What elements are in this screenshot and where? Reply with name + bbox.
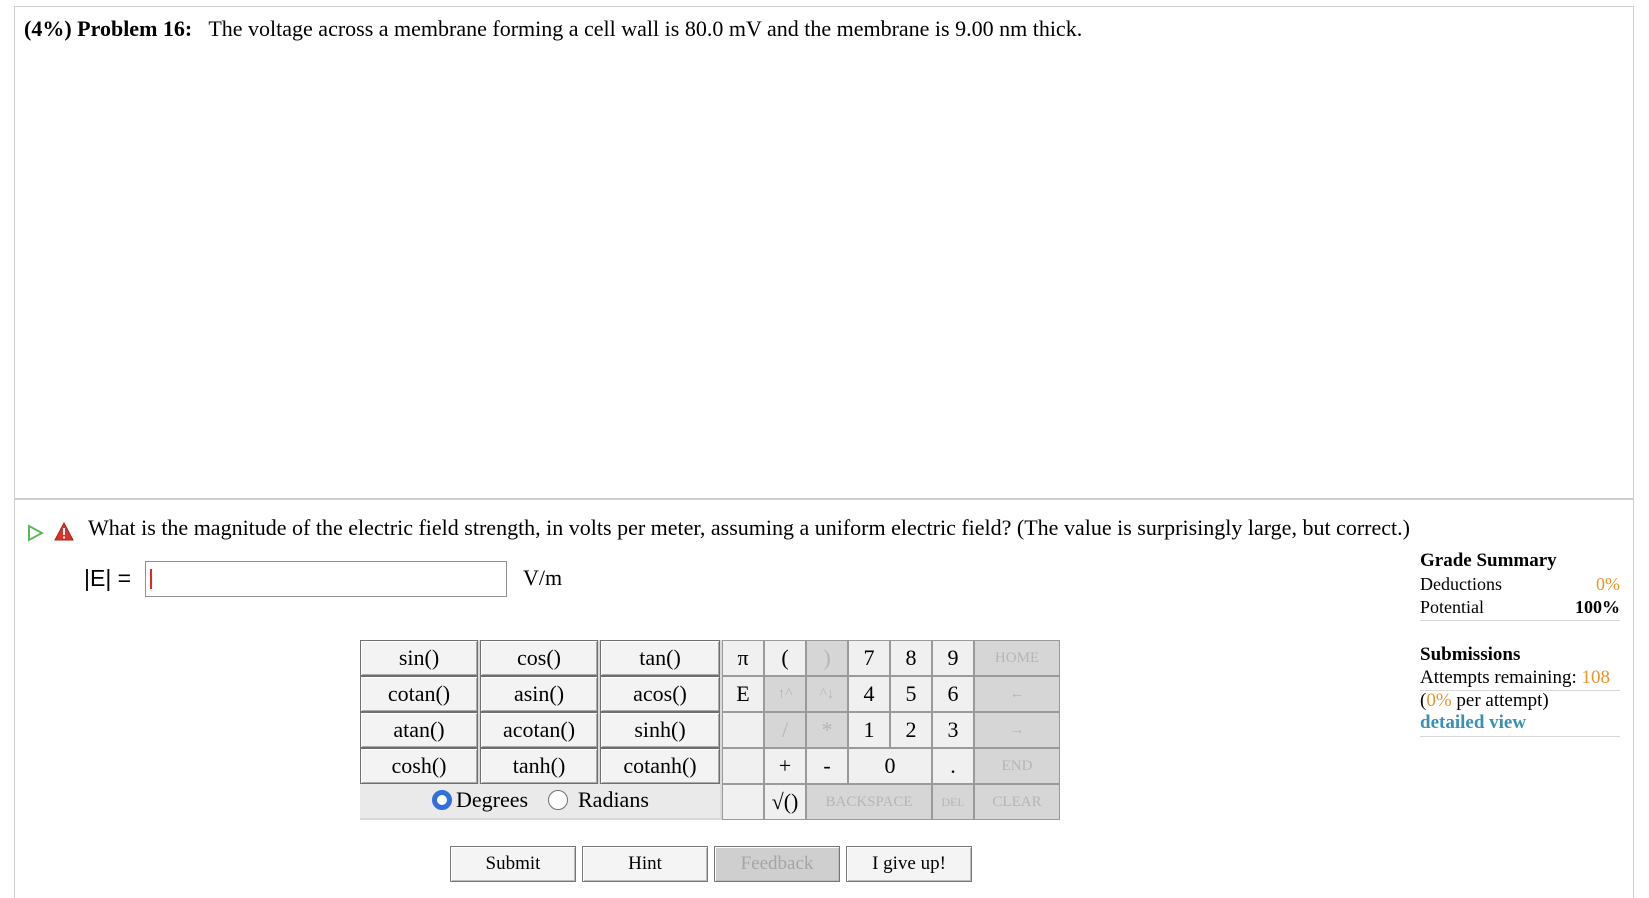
play-icon[interactable] [26, 524, 44, 542]
grade-summary-divider [1420, 620, 1620, 621]
key-blank-3 [722, 784, 764, 820]
key-home[interactable]: HOME [974, 640, 1060, 676]
radians-label[interactable]: Radians [578, 787, 649, 813]
key-pi[interactable]: π [722, 640, 764, 676]
key-clear[interactable]: CLEAR [974, 784, 1060, 820]
key-7[interactable]: 7 [848, 640, 890, 676]
key-acos[interactable]: acos() [600, 676, 720, 712]
hint-button[interactable]: Hint [582, 846, 708, 882]
key-4[interactable]: 4 [848, 676, 890, 712]
warning-icon [54, 522, 74, 541]
answer-unit: V/m [523, 565, 563, 590]
problem-label: Problem 16: [77, 16, 193, 41]
key-sqrt[interactable]: √() [764, 784, 806, 820]
key-1[interactable]: 1 [848, 712, 890, 748]
key-dot[interactable]: . [932, 748, 974, 784]
key-cotanh[interactable]: cotanh() [600, 748, 720, 784]
key-plus[interactable]: + [764, 748, 806, 784]
key-divide[interactable]: / [764, 712, 806, 748]
problem-panel [14, 6, 1634, 500]
key-tan[interactable]: tan() [600, 640, 720, 676]
key-del[interactable]: DEL [932, 784, 974, 820]
key-5[interactable]: 5 [890, 676, 932, 712]
key-cosh[interactable]: cosh() [360, 748, 478, 784]
answer-input[interactable] [145, 561, 507, 597]
key-8[interactable]: 8 [890, 640, 932, 676]
key-asin[interactable]: asin() [480, 676, 598, 712]
key-e[interactable]: E [722, 676, 764, 712]
key-cos[interactable]: cos() [480, 640, 598, 676]
problem-weight: (4%) [24, 16, 72, 41]
problem-text: The voltage across a membrane forming a … [208, 16, 1083, 41]
key-backspace[interactable]: BACKSPACE [806, 784, 932, 820]
degrees-label[interactable]: Degrees [456, 787, 528, 813]
deductions-value: 0% [1596, 574, 1620, 594]
key-right-arrow[interactable]: → [974, 712, 1060, 748]
key-sinh[interactable]: sinh() [600, 712, 720, 748]
key-tanh[interactable]: tanh() [480, 748, 598, 784]
key-minus[interactable]: - [806, 748, 848, 784]
problem-statement: (4%) Problem 16: The voltage across a me… [24, 16, 1082, 42]
give-up-button[interactable]: I give up! [846, 846, 972, 882]
submissions-divider [1420, 736, 1620, 737]
key-down[interactable]: ^↓ [806, 676, 848, 712]
detailed-view-link[interactable]: detailed view [1420, 712, 1526, 734]
per-attempt: (0% per attempt) [1420, 690, 1549, 712]
submissions-title: Submissions [1420, 644, 1521, 665]
per-attempt-value: 0% [1426, 690, 1452, 711]
per-attempt-label: per attempt) [1456, 690, 1549, 711]
key-cotan[interactable]: cotan() [360, 676, 478, 712]
text-caret [150, 569, 152, 589]
grade-summary-title: Grade Summary [1420, 550, 1557, 571]
radians-radio[interactable] [548, 790, 568, 810]
feedback-button[interactable]: Feedback [714, 846, 840, 882]
key-2[interactable]: 2 [890, 712, 932, 748]
key-0[interactable]: 0 [848, 748, 932, 784]
question-text: What is the magnitude of the electric fi… [88, 515, 1410, 540]
key-left-arrow[interactable]: ← [974, 676, 1060, 712]
key-6[interactable]: 6 [932, 676, 974, 712]
key-3[interactable]: 3 [932, 712, 974, 748]
key-close-paren[interactable]: ) [806, 640, 848, 676]
potential-label: Potential [1420, 597, 1484, 617]
key-blank-1 [722, 712, 764, 748]
submit-button[interactable]: Submit [450, 846, 576, 882]
key-multiply[interactable]: * [806, 712, 848, 748]
key-open-paren[interactable]: ( [764, 640, 806, 676]
key-9[interactable]: 9 [932, 640, 974, 676]
key-end[interactable]: END [974, 748, 1060, 784]
degrees-radio[interactable] [432, 790, 452, 810]
key-sin[interactable]: sin() [360, 640, 478, 676]
angle-mode-row [360, 784, 720, 818]
key-acotan[interactable]: acotan() [480, 712, 598, 748]
key-up[interactable]: ↑^ [764, 676, 806, 712]
attempts-label: Attempts remaining: [1420, 667, 1577, 688]
attempts-remaining: Attempts remaining: 108 [1420, 667, 1610, 689]
key-atan[interactable]: atan() [360, 712, 478, 748]
potential-value: 100% [1575, 597, 1620, 617]
key-blank-2 [722, 748, 764, 784]
attempts-value: 108 [1581, 667, 1610, 688]
deductions-label: Deductions [1420, 574, 1502, 594]
answer-label: |E| = [84, 565, 132, 591]
